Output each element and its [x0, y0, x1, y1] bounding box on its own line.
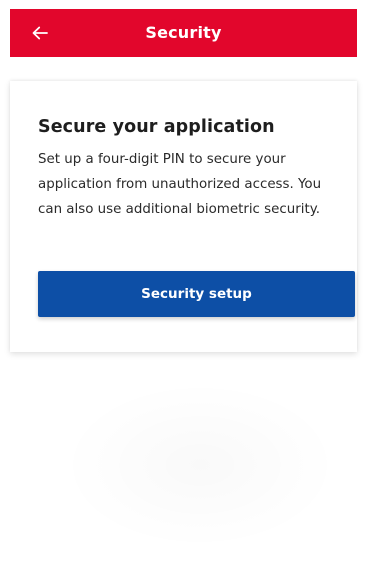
back-button[interactable]	[26, 19, 54, 47]
background-blur	[60, 380, 340, 550]
security-card: Secure your application Set up a four-di…	[10, 81, 357, 352]
arrow-left-icon	[32, 26, 48, 40]
security-screen: Security Secure your application Set up …	[0, 0, 371, 563]
card-description: Set up a four-digit PIN to secure your a…	[38, 152, 322, 217]
app-bar: Security	[10, 9, 357, 57]
security-setup-button[interactable]: Security setup	[38, 271, 355, 317]
card-title: Secure your application	[38, 117, 275, 137]
page-title: Security	[145, 23, 222, 42]
